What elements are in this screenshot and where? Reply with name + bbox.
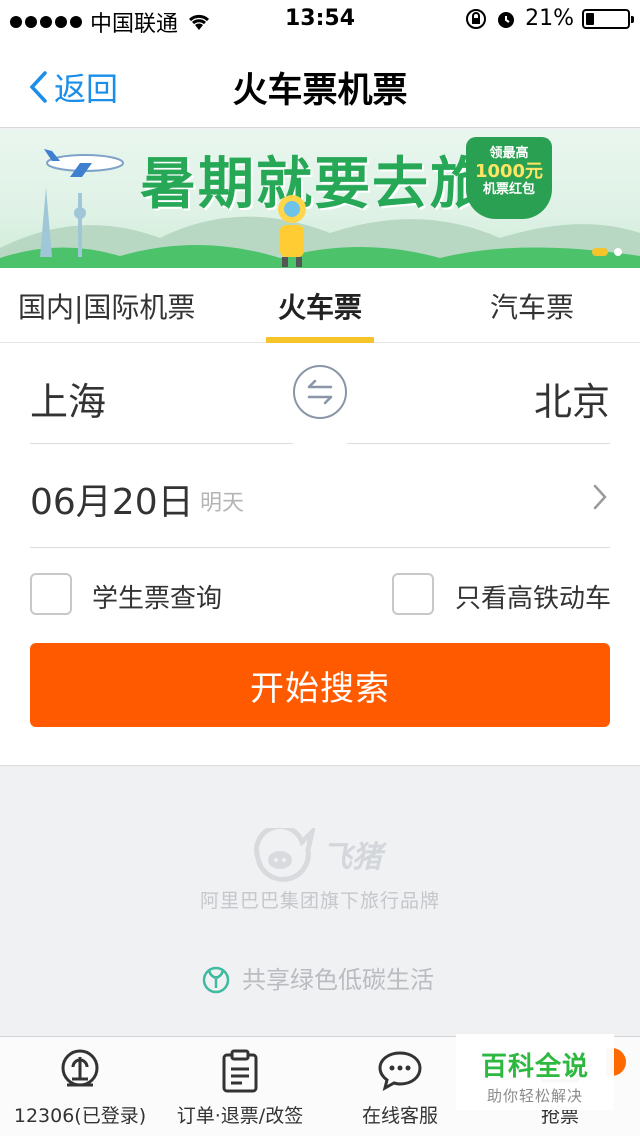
date-hint: 明天: [200, 491, 245, 516]
leaf-sprout-icon: [202, 966, 230, 993]
brand-name: 飞猪: [322, 840, 382, 875]
watermark: 百科全说 助你轻松解决: [456, 1034, 614, 1110]
page-title: 火车票机票: [232, 71, 408, 111]
student-ticket-checkbox[interactable]: [30, 573, 72, 615]
tower-icon: [40, 187, 52, 257]
green-life-slogan: 共享绿色低碳生活: [200, 960, 434, 995]
tabbar-label: 订单·退票/改签: [176, 1105, 304, 1127]
battery-percent: 21%: [525, 6, 574, 31]
banner-red-packet-tag: 领最高 1000元 机票红包: [466, 137, 552, 219]
train-icon: [61, 1049, 99, 1087]
divider: [347, 443, 610, 444]
rotation-lock-icon: [466, 8, 487, 29]
tabbar-item-orders[interactable]: 订单·退票/改签: [160, 1037, 320, 1136]
tag-line-3: 机票红包: [482, 182, 535, 197]
departure-date[interactable]: 06月20日: [30, 473, 194, 525]
student-ticket-label[interactable]: 学生票查询: [92, 578, 222, 615]
airplane-icon: [44, 149, 124, 177]
battery-icon: [582, 8, 634, 29]
tabbar-item-12306[interactable]: 12306(已登录): [0, 1037, 160, 1136]
tag-line-2: 1000元: [474, 161, 544, 182]
swap-icon: [307, 379, 333, 405]
search-button[interactable]: 开始搜索: [30, 643, 610, 727]
fliggy-pig-icon: [254, 828, 316, 882]
chevron-right-icon[interactable]: [592, 483, 608, 511]
tabbar-label: 12306(已登录): [13, 1105, 147, 1127]
search-form: 上海 北京 06月20日 明天 学生票查询 只看高铁动车 开始搜索: [0, 343, 640, 766]
status-bar: 中国联通 13:54 21%: [0, 0, 640, 40]
highspeed-only-label[interactable]: 只看高铁动车: [455, 578, 611, 615]
alarm-icon: [498, 11, 515, 28]
fliggy-logo: [250, 828, 316, 884]
pager-dot-active: [592, 248, 608, 256]
traveler-illustration: [278, 195, 306, 267]
promo-banner[interactable]: 暑期就要去旅行 领最高 1000元 机票红包: [0, 129, 640, 268]
clipboard-icon: [222, 1049, 258, 1093]
watermark-title: 百科全说: [480, 1052, 589, 1082]
tab-bus[interactable]: 汽车票: [490, 286, 574, 326]
divider: [30, 443, 293, 444]
app-screen: 中国联通 13:54 21% 返回 火车票机票 暑期就要去旅行 领最高 1000…: [0, 0, 640, 1136]
arrival-city[interactable]: 北京: [534, 371, 610, 426]
ticket-type-tabs: 国内|国际机票 火车票 汽车票: [0, 268, 640, 343]
banner-pager: [592, 248, 622, 256]
battery-fill: [586, 12, 594, 25]
chat-icon: [378, 1051, 422, 1091]
status-right: 21%: [465, 6, 634, 31]
highspeed-only-checkbox[interactable]: [392, 573, 434, 615]
nav-bar: 返回 火车票机票: [0, 40, 640, 128]
divider: [30, 547, 610, 548]
brand-subtitle: 阿里巴巴集团旗下旅行品牌: [199, 890, 440, 912]
tower-icon: [74, 193, 86, 257]
green-slogan-text: 共享绿色低碳生活: [242, 966, 434, 994]
departure-city[interactable]: 上海: [30, 371, 106, 426]
pager-dot: [614, 248, 622, 256]
watermark-subtitle: 助你轻松解决: [486, 1087, 583, 1105]
swap-cities-button[interactable]: [293, 365, 347, 419]
